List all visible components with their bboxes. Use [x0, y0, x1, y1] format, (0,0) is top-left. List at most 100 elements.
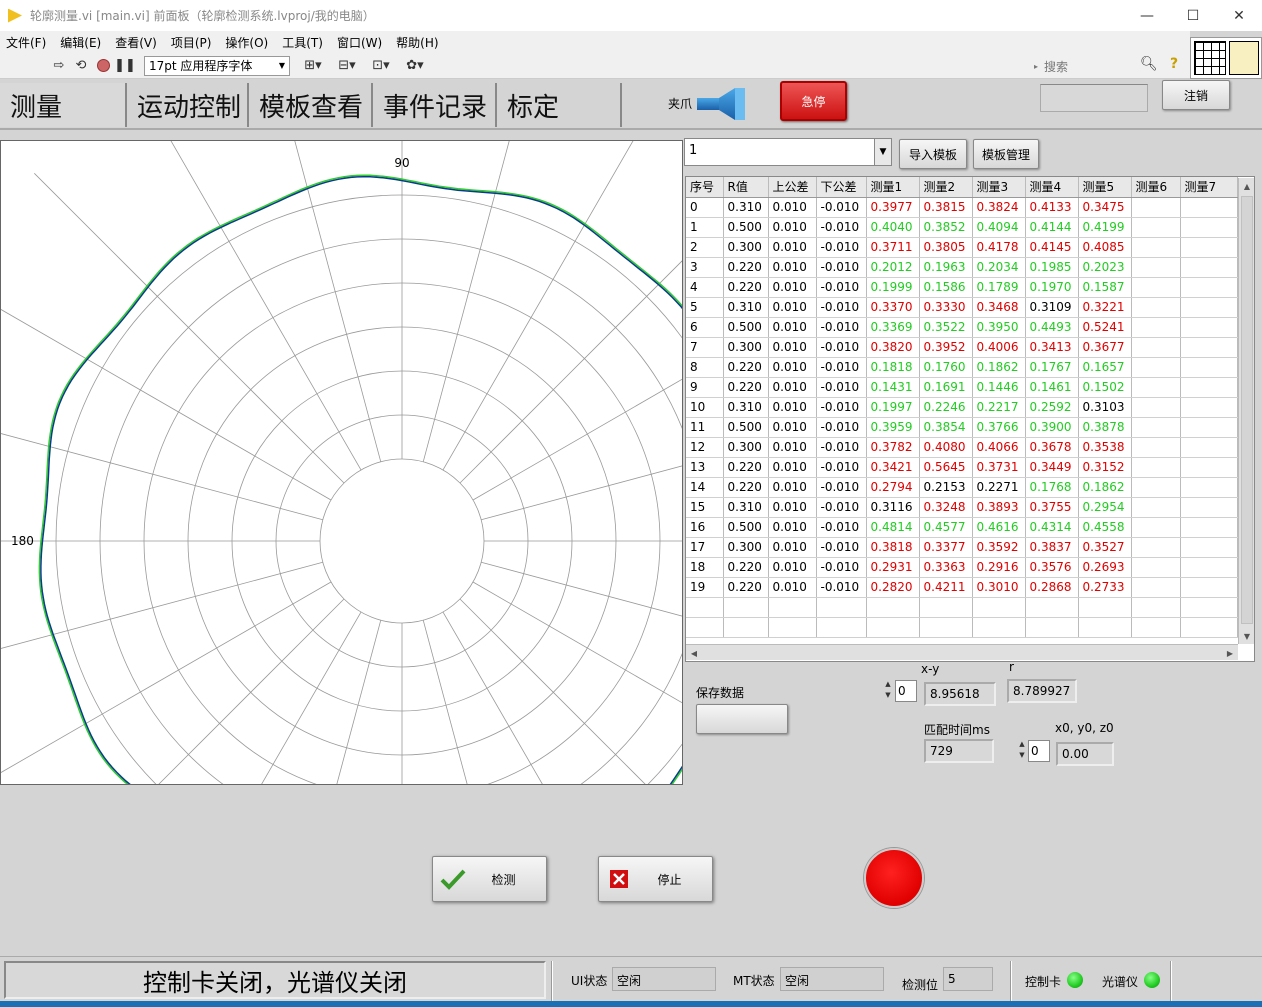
table-cell[interactable]: -0.010 — [816, 237, 867, 258]
table-cell[interactable]: 0.1587 — [1078, 277, 1132, 298]
table-cell[interactable]: 0.220 — [723, 357, 769, 378]
table-cell[interactable]: 0.300 — [723, 237, 769, 258]
table-cell[interactable]: 0.3678 — [1025, 437, 1079, 458]
close-button[interactable]: ✕ — [1216, 0, 1262, 31]
table-cell[interactable] — [1180, 437, 1238, 458]
table-cell[interactable]: 0.2592 — [1025, 397, 1079, 418]
table-cell[interactable]: 0.2820 — [866, 577, 920, 598]
table-cell[interactable]: 8 — [686, 357, 724, 378]
align-icon[interactable]: ⊞▾ — [296, 56, 330, 76]
reorder-icon[interactable]: ✿▾ — [398, 56, 432, 76]
xy-index-input[interactable]: 0 — [895, 680, 917, 702]
table-cell[interactable]: -0.010 — [816, 357, 867, 378]
table-cell[interactable]: 0.220 — [723, 377, 769, 398]
table-cell[interactable]: 18 — [686, 557, 724, 578]
table-cell[interactable]: 0.3959 — [866, 417, 920, 438]
logout-button[interactable]: 注销 — [1162, 80, 1230, 110]
table-cell[interactable]: 0.010 — [768, 297, 817, 318]
menu-window[interactable]: 窗口(W) — [331, 34, 390, 51]
table-cell[interactable]: 0.2271 — [972, 477, 1026, 498]
gripper-icon[interactable] — [697, 86, 747, 122]
table-cell[interactable] — [1131, 617, 1181, 638]
table-cell[interactable]: 0.4085 — [1078, 237, 1132, 258]
table-cell[interactable] — [1131, 197, 1181, 218]
table-cell[interactable] — [1131, 457, 1181, 478]
table-cell[interactable] — [1180, 517, 1238, 538]
table-row[interactable]: 3 0.220 0.010 -0.010 0.2012 0.1963 0.2034 0.198… — [686, 257, 1238, 278]
tab-measure[interactable]: 测量 — [0, 83, 127, 127]
table-row[interactable]: 0 0.310 0.010 -0.010 0.3977 0.3815 0.3824 0.413… — [686, 197, 1238, 218]
menu-edit[interactable]: 编辑(E) — [54, 34, 109, 51]
table-cell[interactable] — [1131, 337, 1181, 358]
table-cell[interactable] — [1131, 417, 1181, 438]
table-row[interactable]: 8 0.220 0.010 -0.010 0.1818 0.1760 0.1862 0.176… — [686, 357, 1238, 378]
table-cell[interactable] — [1131, 257, 1181, 278]
table-cell[interactable]: 0.3527 — [1078, 537, 1132, 558]
import-template-button[interactable]: 导入模板 — [899, 139, 967, 169]
table-cell[interactable]: 0.1997 — [866, 397, 920, 418]
menu-file[interactable]: 文件(F) — [0, 34, 54, 51]
table-cell[interactable]: 0.3369 — [866, 317, 920, 338]
table-cell[interactable]: 0.1985 — [1025, 257, 1079, 278]
table-cell[interactable]: 12 — [686, 437, 724, 458]
table-cell[interactable] — [1131, 277, 1181, 298]
run-continuous-icon[interactable]: ⟲ — [70, 56, 92, 76]
table-cell[interactable]: 0.3363 — [919, 557, 973, 578]
table-cell[interactable]: 0.500 — [723, 417, 769, 438]
table-cell[interactable]: 0.1963 — [919, 257, 973, 278]
table-cell[interactable]: 0.3449 — [1025, 457, 1079, 478]
table-cell[interactable]: 0.2931 — [866, 557, 920, 578]
table-cell[interactable]: 0.3782 — [866, 437, 920, 458]
table-cell[interactable]: 0.3370 — [866, 297, 920, 318]
table-cell[interactable] — [1180, 537, 1238, 558]
menu-operate[interactable]: 操作(O) — [219, 34, 276, 51]
menu-help[interactable]: 帮助(H) — [390, 34, 446, 51]
table-row[interactable]: 2 0.300 0.010 -0.010 0.3711 0.3805 0.4178 0.414… — [686, 237, 1238, 258]
table-cell[interactable] — [1180, 297, 1238, 318]
table-cell[interactable]: -0.010 — [816, 217, 867, 238]
detect-button[interactable]: 检测 — [432, 856, 547, 902]
table-cell[interactable] — [866, 617, 920, 638]
table-cell[interactable]: 14 — [686, 477, 724, 498]
table-cell[interactable]: 0.3837 — [1025, 537, 1079, 558]
table-cell[interactable] — [1078, 597, 1132, 618]
table-cell[interactable] — [686, 617, 724, 638]
maximize-button[interactable]: ☐ — [1170, 0, 1216, 31]
table-cell[interactable]: 0.3468 — [972, 297, 1026, 318]
table-cell[interactable]: -0.010 — [816, 477, 867, 498]
table-cell[interactable]: 0.4040 — [866, 217, 920, 238]
table-cell[interactable]: 0.2217 — [972, 397, 1026, 418]
polar-contour-graph[interactable]: 90 180 — [0, 140, 683, 785]
table-cell[interactable]: 0.3818 — [866, 537, 920, 558]
table-row[interactable] — [686, 617, 1238, 638]
table-cell[interactable] — [919, 597, 973, 618]
table-cell[interactable]: 0.3221 — [1078, 297, 1132, 318]
table-row[interactable]: 5 0.310 0.010 -0.010 0.3370 0.3330 0.3468 0.310… — [686, 297, 1238, 318]
table-cell[interactable] — [1180, 557, 1238, 578]
xyz-index-input[interactable]: 0 — [1028, 740, 1050, 762]
table-cell[interactable]: 0.010 — [768, 397, 817, 418]
table-cell[interactable]: 6 — [686, 317, 724, 338]
table-cell[interactable]: 0.3116 — [866, 497, 920, 518]
table-cell[interactable]: 0.3109 — [1025, 297, 1079, 318]
table-cell[interactable]: 0.4133 — [1025, 197, 1079, 218]
table-cell[interactable] — [1131, 297, 1181, 318]
table-cell[interactable]: 16 — [686, 517, 724, 538]
table-cell[interactable]: 0.2868 — [1025, 577, 1079, 598]
template-manage-button[interactable]: 模板管理 — [973, 139, 1039, 169]
table-cell[interactable]: -0.010 — [816, 417, 867, 438]
chevron-down-icon[interactable]: ▼ — [874, 138, 892, 166]
table-cell[interactable] — [1025, 617, 1079, 638]
table-cell[interactable]: 17 — [686, 537, 724, 558]
table-cell[interactable]: 0.3805 — [919, 237, 973, 258]
table-cell[interactable]: 0.5241 — [1078, 317, 1132, 338]
table-cell[interactable]: 0.310 — [723, 397, 769, 418]
table-cell[interactable]: 0.220 — [723, 257, 769, 278]
table-cell[interactable]: 0.010 — [768, 217, 817, 238]
table-cell[interactable]: 0.4314 — [1025, 517, 1079, 538]
table-horizontal-scrollbar[interactable]: ◀ ▶ — [686, 644, 1238, 660]
table-cell[interactable] — [1131, 217, 1181, 238]
table-cell[interactable] — [1131, 557, 1181, 578]
table-cell[interactable] — [972, 617, 1026, 638]
table-cell[interactable] — [1131, 517, 1181, 538]
